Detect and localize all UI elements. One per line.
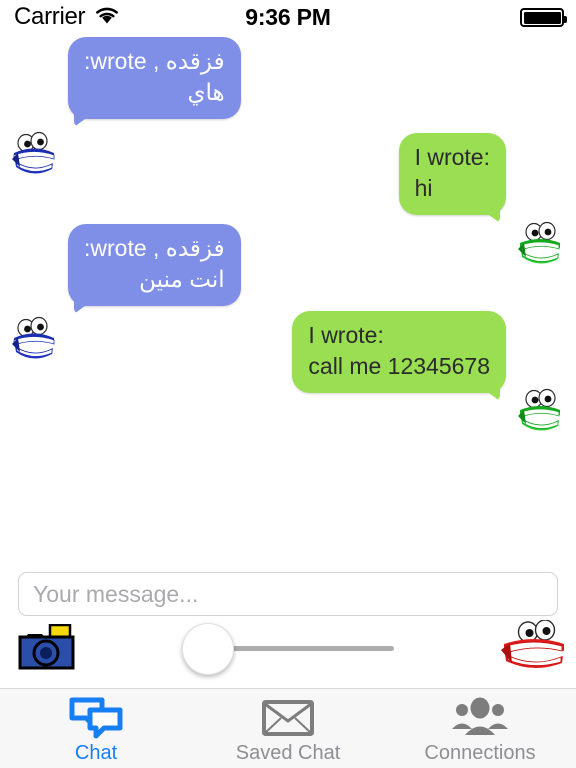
- red-chattering-teeth-icon[interactable]: [498, 619, 570, 672]
- message-body: call me 12345678: [308, 353, 490, 379]
- message-body: انت منين: [139, 266, 225, 292]
- tab-chat[interactable]: Chat: [0, 689, 192, 768]
- camera-icon[interactable]: [18, 623, 78, 670]
- slider-track: [220, 646, 394, 651]
- message-body: هاي: [187, 79, 225, 105]
- chat-message-outgoing: I wrote: call me 12345678: [292, 311, 506, 401]
- blue-chattering-teeth-avatar: [8, 314, 60, 362]
- chat-message-incoming: فزقده , wrote: انت منين: [68, 224, 241, 314]
- message-sender-prefix: فزقده , wrote:: [84, 48, 225, 74]
- battery-icon: [520, 8, 567, 27]
- app-root: Carrier 9:36 PM فزقده , wrote: هاي I wro…: [0, 0, 576, 768]
- tab-saved-chat[interactable]: Saved Chat: [192, 689, 384, 768]
- message-sender-prefix: I wrote:: [414, 144, 490, 170]
- volume-slider[interactable]: [182, 623, 394, 675]
- status-bar: Carrier 9:36 PM: [0, 0, 576, 34]
- chat-message-list[interactable]: فزقده , wrote: هاي I wrote: hi فزقده , w…: [0, 34, 576, 558]
- status-bar-time: 9:36 PM: [245, 4, 331, 30]
- message-bubble[interactable]: فزقده , wrote: انت منين: [68, 224, 241, 314]
- tab-label: Chat: [74, 742, 118, 764]
- message-bubble[interactable]: I wrote: hi: [398, 133, 506, 223]
- tab-label: Saved Chat: [235, 742, 341, 764]
- message-bubble[interactable]: I wrote: call me 12345678: [292, 311, 506, 401]
- message-body: hi: [414, 175, 433, 201]
- envelope-icon: [261, 696, 315, 740]
- message-bubble[interactable]: فزقده , wrote: هاي: [68, 37, 241, 127]
- message-input[interactable]: [18, 572, 558, 616]
- speech-bubbles-icon: [68, 696, 124, 740]
- chat-message-incoming: فزقده , wrote: هاي: [68, 37, 241, 127]
- green-chattering-teeth-avatar: [514, 386, 566, 434]
- tab-connections[interactable]: Connections: [384, 689, 576, 768]
- tab-bar: Chat Saved Chat Connections: [0, 688, 576, 768]
- blue-chattering-teeth-avatar: [8, 129, 60, 177]
- slider-knob[interactable]: [182, 623, 234, 675]
- tab-label: Connections: [424, 742, 536, 764]
- message-sender-prefix: فزقده , wrote:: [84, 235, 225, 261]
- chat-message-outgoing: I wrote: hi: [398, 133, 506, 223]
- message-sender-prefix: I wrote:: [308, 322, 384, 348]
- people-group-icon: [450, 696, 510, 740]
- green-chattering-teeth-avatar: [514, 219, 566, 267]
- composer-bar: [0, 558, 576, 680]
